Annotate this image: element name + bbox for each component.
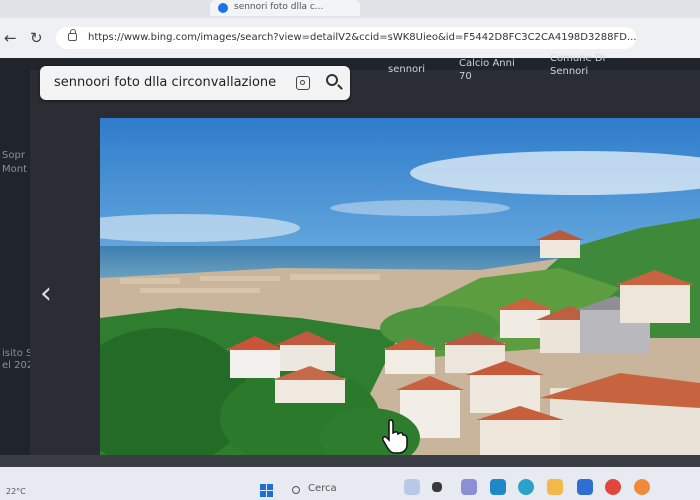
previous-image-arrow-icon[interactable]: ‹ [40,276,52,312]
url-text: https://www.bing.com/images/search?view=… [88,32,636,43]
lock-icon [68,29,77,41]
page-bottom-strip [0,455,700,467]
search-icon[interactable] [326,74,338,86]
chrome-browser-icon[interactable] [605,479,621,495]
windows-taskbar: 22°C Cerca [0,467,700,500]
reload-icon[interactable]: ↻ [30,28,43,48]
taskbar-search-label[interactable]: Cerca [308,483,337,494]
related-search-item[interactable]: Comune Di Sennori [550,52,625,78]
related-search-label: Calcio Anni [459,58,515,69]
tab-strip: sennori foto dlla c... [0,0,700,18]
tab-title: sennori foto dlla c... [234,2,324,12]
related-search-label: 70 [459,71,472,82]
weather-temperature[interactable]: 22°C [6,487,26,496]
related-search-label: sennori [388,64,426,75]
search-input[interactable]: sennoori foto dlla circonvallazione [54,66,276,100]
widgets-icon[interactable] [432,482,442,492]
main-photo[interactable] [100,118,700,455]
task-view-icon[interactable] [404,479,420,495]
settings-gear-icon[interactable] [577,479,593,495]
visual-search-icon[interactable] [296,76,310,90]
file-explorer-icon[interactable] [547,479,563,495]
background-result-label: Sopr [2,150,25,161]
app-icon[interactable] [634,479,650,495]
address-bar[interactable]: https://www.bing.com/images/search?view=… [56,27,636,49]
windows-start-icon[interactable] [260,484,274,498]
browser-tab[interactable]: sennori foto dlla c... [210,0,360,16]
bing-favicon-icon [218,3,228,13]
background-result-label: Mont [2,164,28,175]
hand-cursor-icon [382,419,408,454]
related-search-label: Comune Di [550,53,606,64]
related-search-item[interactable]: Calcio Anni 70 [459,57,534,83]
image-search-box[interactable]: sennoori foto dlla circonvallazione [40,66,350,100]
related-search-item[interactable]: sennori [388,63,463,76]
chat-icon[interactable] [461,479,477,495]
related-search-label: Sennori [550,66,589,77]
taskbar-search-icon[interactable] [292,486,300,494]
store-icon[interactable] [490,479,506,495]
background-result-label: isito S [2,348,33,359]
background-result-label: el 202 [2,360,34,371]
edge-browser-icon[interactable] [518,479,534,495]
back-arrow-icon[interactable]: ← [4,28,17,48]
